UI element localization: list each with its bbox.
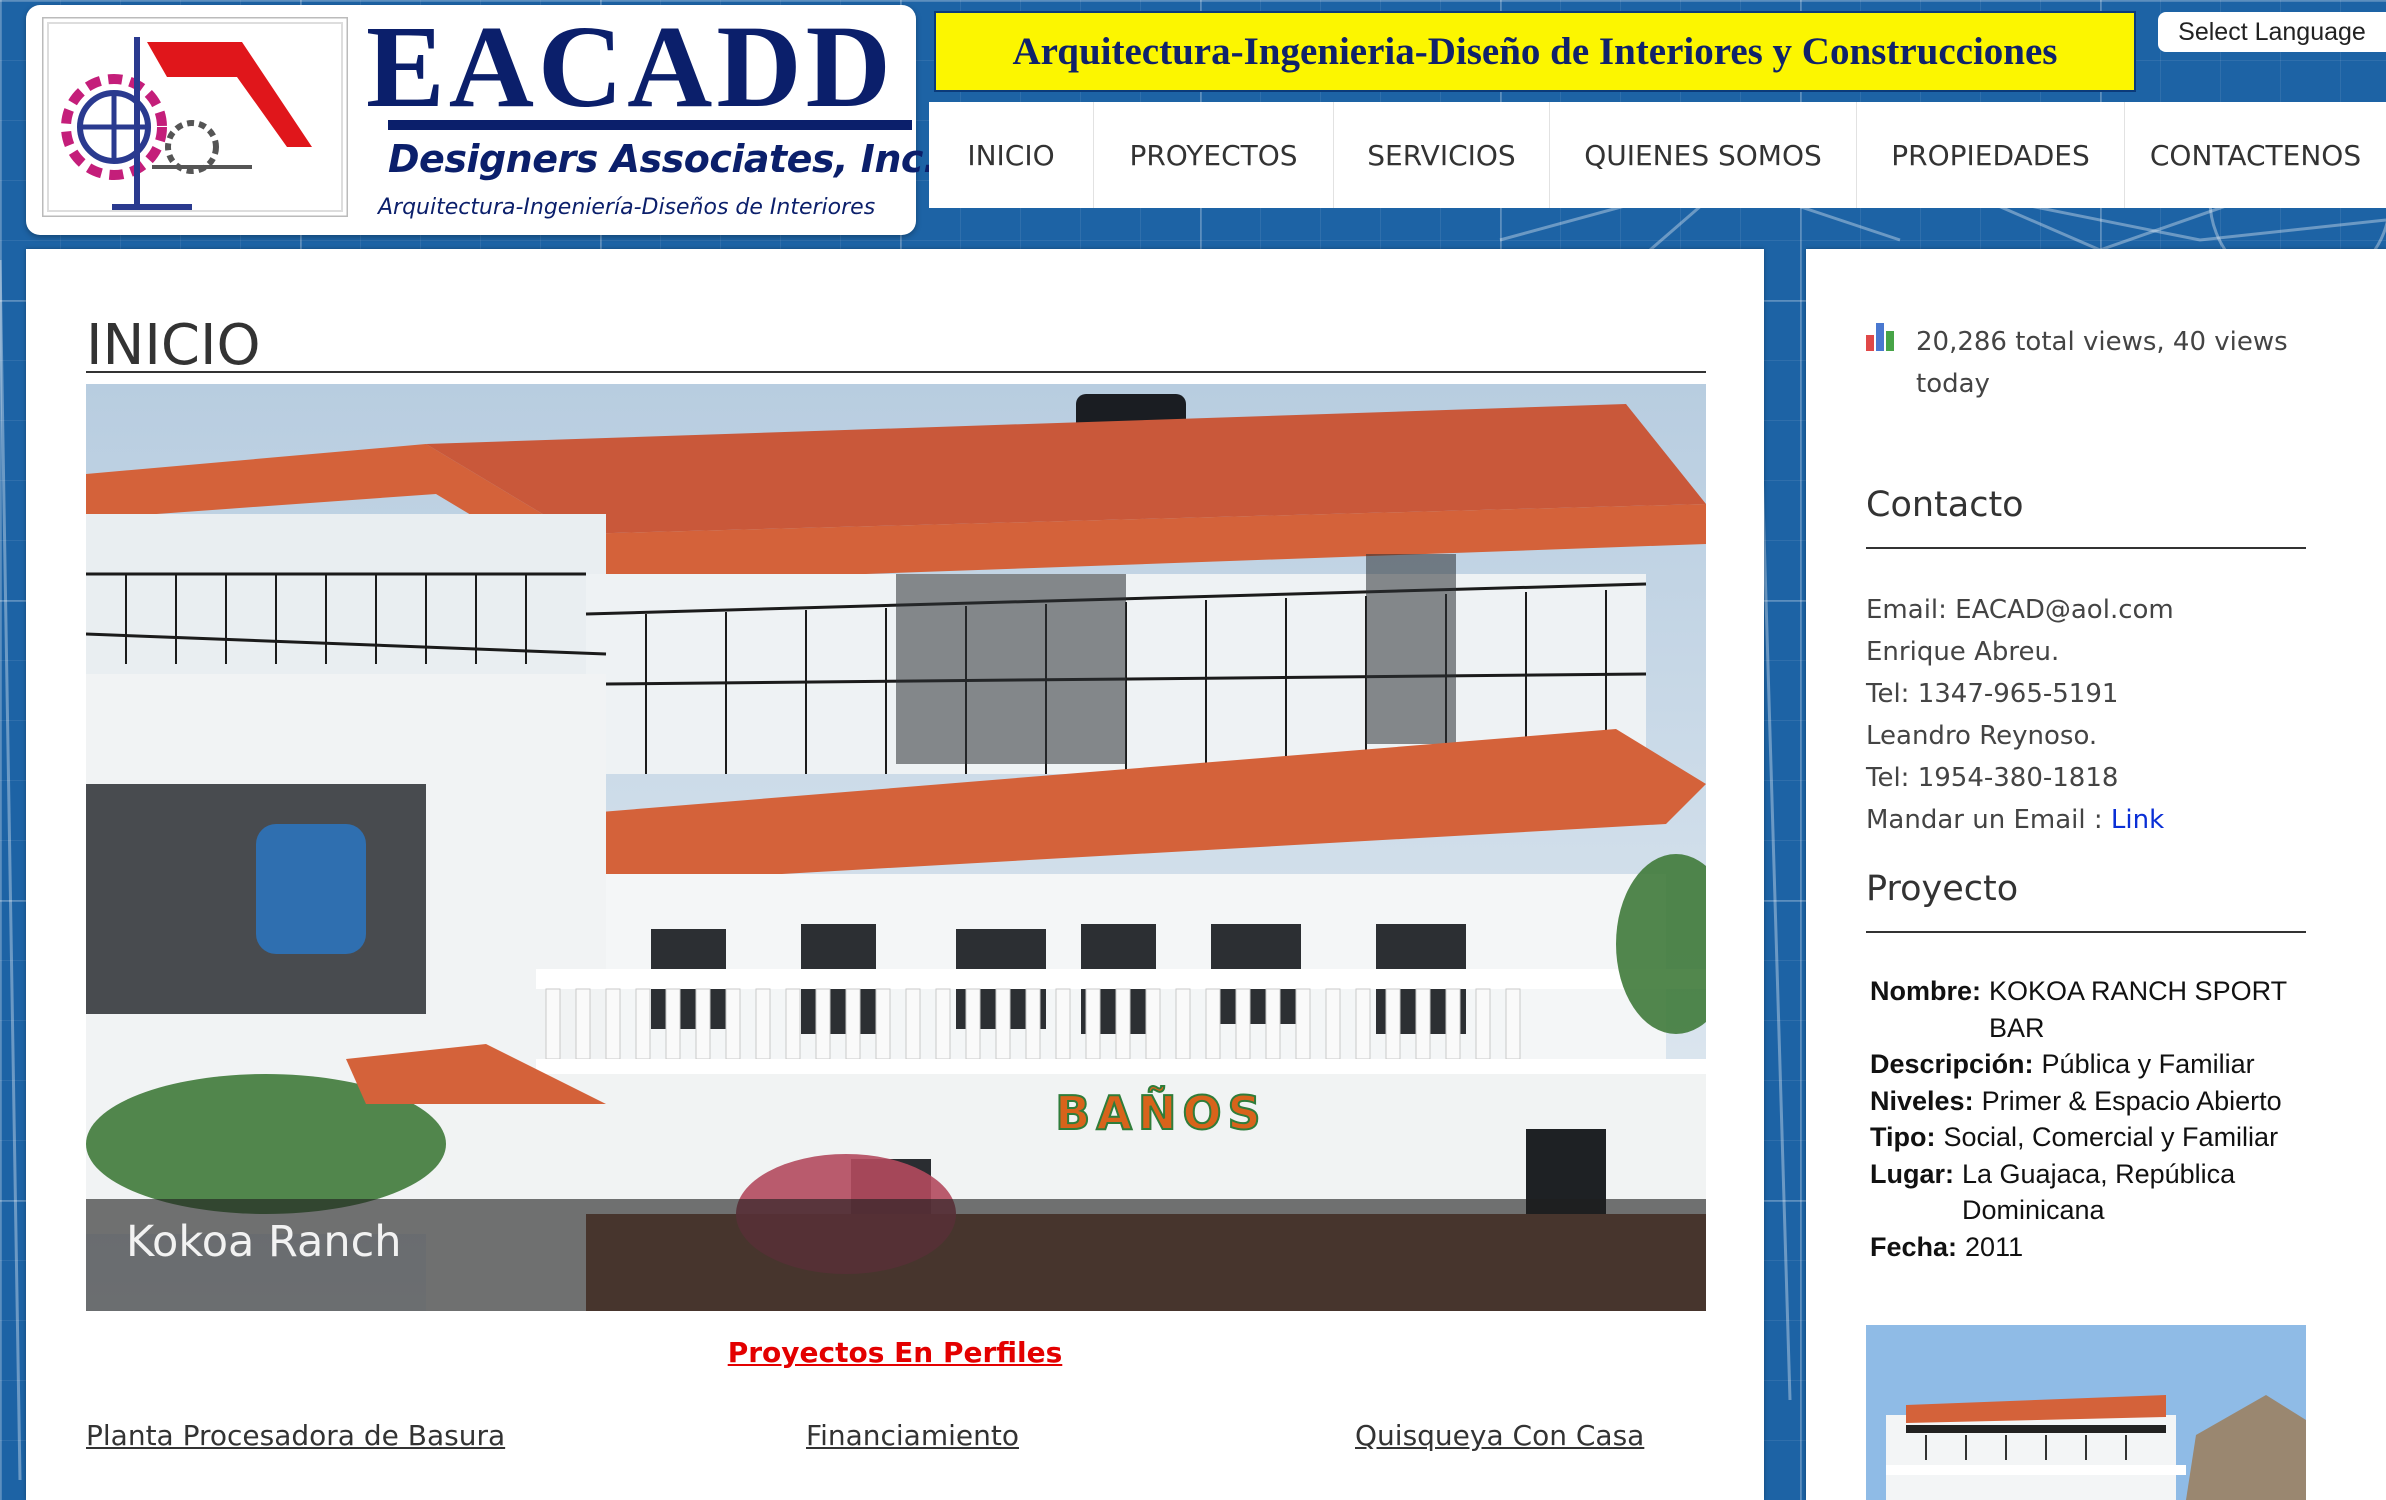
title-divider <box>86 371 1706 373</box>
nav-item-inicio[interactable]: INICIO <box>929 102 1094 208</box>
project-row-tipo: Tipo: Social, Comercial y Familiar <box>1870 1119 2310 1156</box>
hero-slideshow[interactable]: BAÑOS Kokoa Ranch <box>86 384 1706 1311</box>
contact-email: Email: EACAD@aol.com <box>1866 595 2174 625</box>
contact-tel-1: Tel: 1347-965-5191 <box>1866 679 2119 709</box>
contacto-heading: Contacto <box>1866 485 2024 525</box>
logo-wordmark: EACADD <box>366 1 895 132</box>
page-title: INICIO <box>86 313 261 378</box>
contact-tel-2: Tel: 1954-380-1818 <box>1866 763 2119 793</box>
bar-chart-icon <box>1866 323 1894 351</box>
logo-emblem-icon <box>42 17 348 217</box>
project-row-descripcion: Descripción: Pública y Familiar <box>1870 1046 2310 1083</box>
main-navigation: INICIO PROYECTOS SERVICIOS QUIENES SOMOS… <box>929 102 2386 208</box>
financiamiento-link[interactable]: Financiamiento <box>806 1419 1019 1452</box>
project-key: Tipo: <box>1870 1122 1936 1152</box>
project-key: Descripción: <box>1870 1049 2034 1079</box>
send-email-link[interactable]: Link <box>2111 805 2164 835</box>
project-key: Nombre: <box>1870 976 1982 1006</box>
contacto-divider <box>1866 547 2306 549</box>
send-email-row: Mandar un Email : Link <box>1866 799 2346 841</box>
logo-tagline: Arquitectura-Ingeniería-Diseños de Inter… <box>378 195 876 220</box>
contact-details: Email: EACAD@aol.com Enrique Abreu. Tel:… <box>1866 589 2346 841</box>
project-value: Pública y Familiar <box>2041 1049 2255 1079</box>
proyecto-divider <box>1866 931 2306 933</box>
quisqueya-con-casa-link[interactable]: Quisqueya Con Casa <box>1355 1419 1644 1452</box>
page-views-counter: 20,286 total views, 40 views today <box>1916 327 2288 399</box>
contact-person-2: Leandro Reynoso. <box>1866 721 2098 751</box>
project-value: Social, Comercial y Familiar <box>1943 1122 2279 1152</box>
project-row-niveles: Niveles: Primer & Espacio Abierto <box>1870 1083 2310 1120</box>
project-thumbnail-image <box>1866 1325 2306 1500</box>
logo-divider <box>388 120 912 130</box>
site-logo[interactable]: EACADD Designers Associates, Inc. Arquit… <box>26 5 937 235</box>
planta-procesadora-link[interactable]: Planta Procesadora de Basura <box>86 1419 505 1452</box>
contact-person-1: Enrique Abreu. <box>1866 637 2060 667</box>
slide-caption: Kokoa Ranch <box>126 1217 402 1267</box>
project-value: Primer & Espacio Abierto <box>1981 1085 2282 1116</box>
project-thumbnail[interactable] <box>1866 1325 2306 1500</box>
slide-caption-bar: Kokoa Ranch <box>86 1199 1706 1311</box>
nav-item-servicios[interactable]: SERVICIOS <box>1334 102 1550 208</box>
project-key: Niveles: <box>1870 1085 1974 1116</box>
project-value: KOKOA RANCH SPORT BAR <box>1989 976 2287 1043</box>
proyecto-heading: Proyecto <box>1866 869 2019 909</box>
project-key: Fecha: <box>1870 1231 1958 1262</box>
project-row-fecha: Fecha: 2011 <box>1870 1229 2310 1266</box>
project-value: La Guajaca, República Dominicana <box>1962 1158 2236 1226</box>
project-details: Nombre: KOKOA RANCH SPORT BAR Descripción… <box>1870 973 2310 1265</box>
nav-item-propiedades[interactable]: PROPIEDADES <box>1857 102 2125 208</box>
select-language-button[interactable]: Select Language <box>2158 12 2386 52</box>
logo-subtitle: Designers Associates, Inc. <box>388 137 937 181</box>
project-key: Lugar: <box>1870 1158 1954 1189</box>
nav-item-quienes-somos[interactable]: QUIENES SOMOS <box>1550 102 1857 208</box>
nav-item-proyectos[interactable]: PROYECTOS <box>1094 102 1334 208</box>
nav-item-contactenos[interactable]: CONTACTENOS <box>2125 102 2386 208</box>
project-row-nombre: Nombre: KOKOA RANCH SPORT BAR <box>1870 973 2310 1046</box>
proyectos-en-perfiles-link[interactable]: Proyectos En Perfiles <box>26 1336 1764 1369</box>
project-row-lugar: Lugar: La Guajaca, República Dominicana <box>1870 1156 2310 1229</box>
hero-building-image: BAÑOS <box>86 384 1706 1311</box>
header-banner: Arquitectura-Ingenieria-Diseño de Interi… <box>934 11 2136 92</box>
banos-sign: BAÑOS <box>1055 1086 1266 1140</box>
project-value: 2011 <box>1965 1231 2024 1262</box>
sidebar: 20,286 total views, 40 views today Conta… <box>1806 249 2386 1500</box>
main-content: INICIO BAÑOS Kokoa Ranch Proyectos En Pe… <box>26 249 1764 1500</box>
send-email-label: Mandar un Email : <box>1866 805 2111 835</box>
